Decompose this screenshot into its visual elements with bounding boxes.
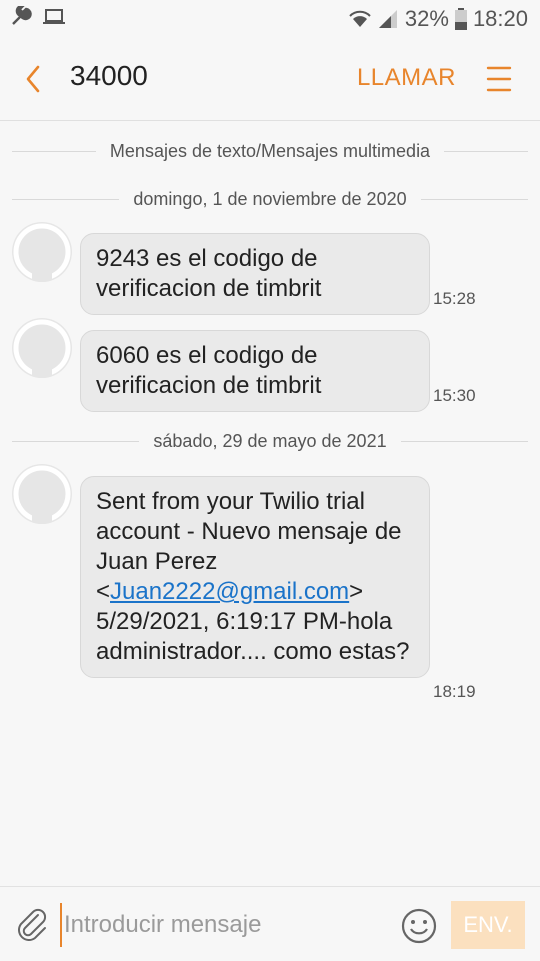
contact-avatar-icon: [13, 319, 71, 378]
wrench-icon: [10, 4, 32, 33]
contact-title: 34000: [70, 60, 148, 91]
menu-button[interactable]: [486, 64, 512, 94]
message-text: 6060 es el codigo de verificacion de tim…: [96, 342, 322, 399]
status-time: 18:20: [472, 6, 528, 31]
status-right: 32% 18:20: [349, 6, 528, 32]
back-button[interactable]: [20, 62, 50, 96]
laptop-icon: [42, 7, 66, 32]
message-text: 9243 es el codigo de verificacion de tim…: [96, 245, 322, 302]
back-chevron-icon: [26, 65, 40, 93]
email-link[interactable]: Juan2222@gmail.com: [110, 578, 349, 605]
message-time: 15:28: [433, 289, 476, 308]
avatar[interactable]: [12, 464, 72, 524]
contact-avatar-icon: [13, 465, 71, 524]
date-divider: sábado, 29 de mayo de 2021: [12, 426, 528, 456]
message-bubble[interactable]: 6060 es el codigo de verificacion de tim…: [80, 330, 430, 412]
call-button[interactable]: LLAMAR: [357, 64, 456, 92]
date-label: sábado, 29 de mayo de 2021: [153, 430, 387, 451]
paperclip-icon: [18, 908, 47, 941]
contact-avatar-icon: [13, 223, 71, 282]
avatar[interactable]: [12, 318, 72, 378]
battery-percent: 32%: [404, 6, 449, 31]
conversation-header: 34000 LLAMAR: [0, 38, 540, 121]
status-left: [10, 4, 66, 33]
date-label: domingo, 1 de noviembre de 2020: [133, 188, 407, 209]
message-composer: ENV.: [0, 886, 540, 961]
emoji-icon: [401, 908, 437, 944]
emoji-button[interactable]: [400, 907, 438, 945]
thread-type-divider: Mensajes de texto/Mensajes multimedia: [12, 136, 528, 166]
status-bar: 32% 18:20: [0, 0, 540, 38]
wifi-icon: [349, 9, 371, 29]
message-input[interactable]: [60, 903, 386, 947]
message-bubble[interactable]: Sent from your Twilio trial account - Nu…: [80, 476, 430, 678]
thread-type-label: Mensajes de texto/Mensajes multimedia: [109, 140, 431, 161]
message-time: 18:19: [433, 682, 476, 701]
battery-icon: [454, 8, 467, 30]
date-divider: domingo, 1 de noviembre de 2020: [12, 184, 529, 214]
signal-icon: [377, 9, 399, 29]
avatar[interactable]: [12, 222, 72, 282]
attach-button[interactable]: [16, 907, 50, 943]
menu-icon: [486, 66, 512, 92]
message-time: 15:30: [433, 386, 476, 405]
send-button[interactable]: ENV.: [451, 901, 525, 949]
message-bubble[interactable]: 9243 es el codigo de verificacion de tim…: [80, 233, 430, 315]
